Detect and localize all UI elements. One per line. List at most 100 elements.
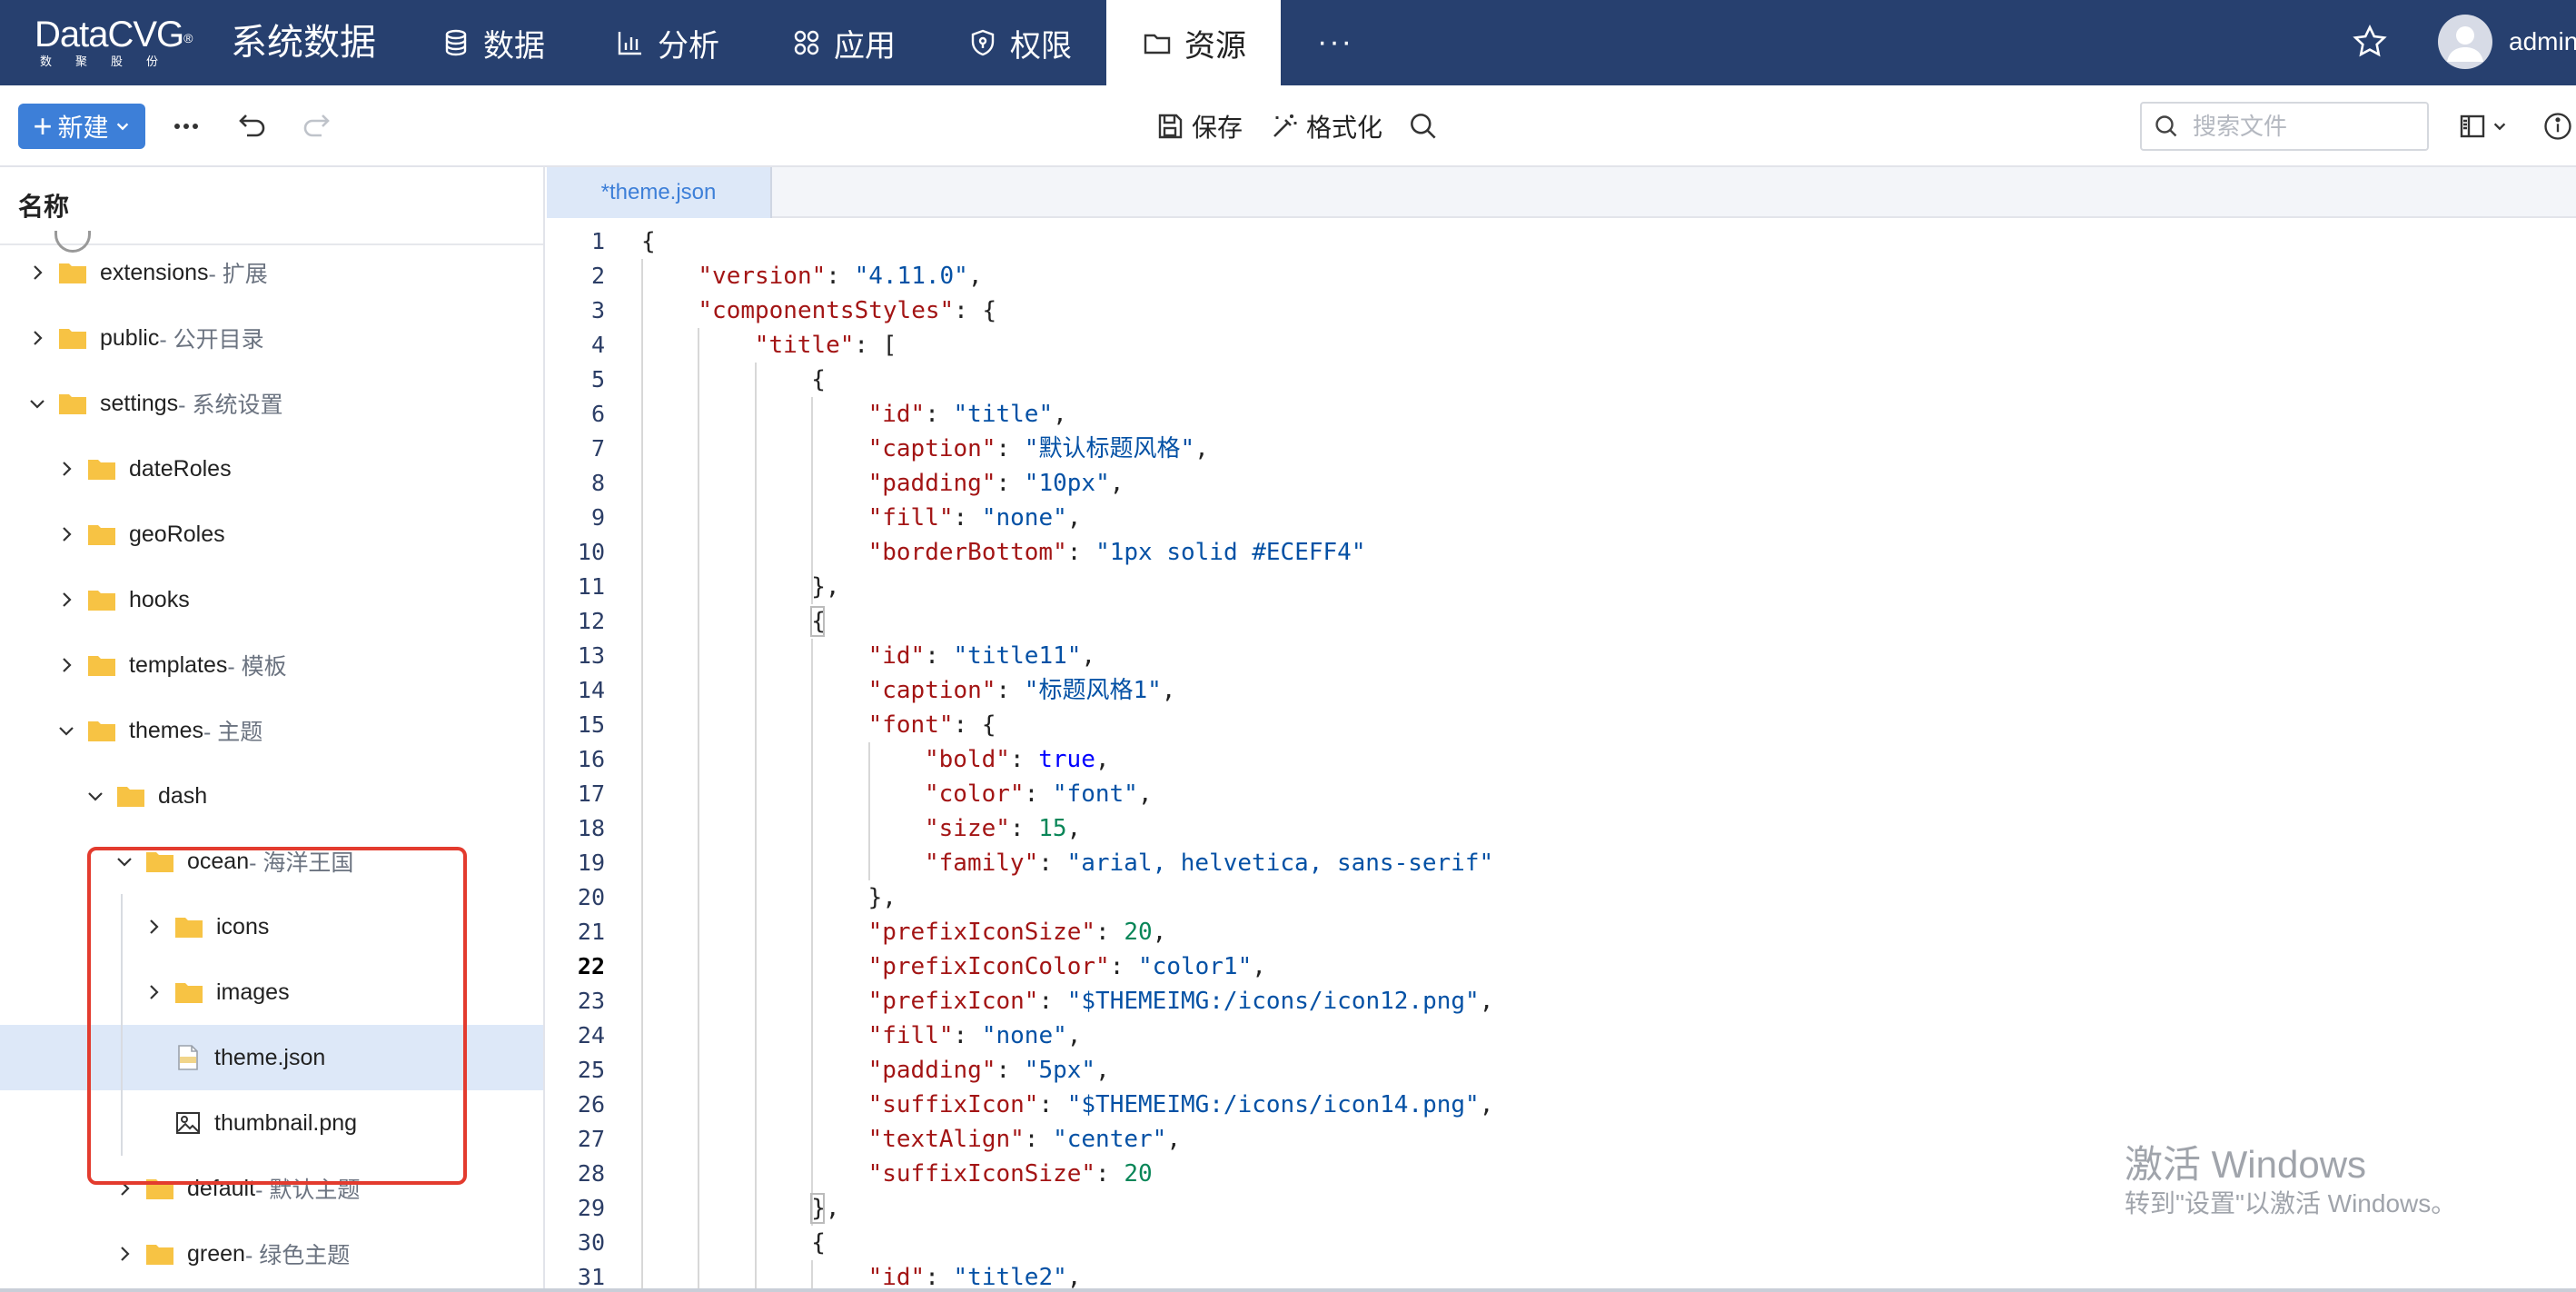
more-actions-button[interactable] <box>167 107 205 145</box>
chevron-right-icon[interactable] <box>27 328 47 348</box>
code-line[interactable]: "id": "title11", <box>868 639 1095 673</box>
new-button[interactable]: + 新建 <box>18 104 145 149</box>
tree-row-dateRoles[interactable]: dateRoles <box>0 436 543 502</box>
chevron-right-icon[interactable] <box>27 263 47 283</box>
code-line[interactable]: "prefixIcon": "$THEMEIMG:/icons/icon12.p… <box>868 984 1494 1019</box>
code-token: "bold" <box>925 746 1010 773</box>
code-line[interactable]: "borderBottom": "1px solid #ECEFF4" <box>868 535 1366 570</box>
chevron-right-icon[interactable] <box>56 590 76 610</box>
code-token: "color1" <box>1138 953 1253 980</box>
code-line[interactable]: }, <box>868 880 897 915</box>
code-line[interactable]: "color": "font", <box>925 777 1152 811</box>
chevron-down-icon[interactable] <box>85 786 105 806</box>
editor-tab-theme-json[interactable]: *theme.json <box>547 167 772 218</box>
save-button-label: 保存 <box>1192 114 1243 142</box>
save-button[interactable]: 保存 <box>1155 104 1243 149</box>
code-line[interactable]: { <box>641 224 656 259</box>
code-line[interactable]: "caption": "标题风格1", <box>868 673 1176 708</box>
registered-mark: ® <box>183 31 193 45</box>
chevron-right-icon[interactable] <box>56 655 76 675</box>
code-line[interactable]: "fill": "none", <box>868 501 1082 535</box>
code-line[interactable]: "suffixIconSize": 20 <box>868 1157 1153 1191</box>
line-number: 24 <box>577 1022 605 1049</box>
nav-item-analysis[interactable]: 分析 <box>599 0 736 85</box>
code-line[interactable]: "suffixIcon": "$THEMEIMG:/icons/icon14.p… <box>868 1088 1494 1122</box>
redo-button[interactable] <box>298 107 336 145</box>
code-token: "id" <box>867 1264 926 1288</box>
code-line[interactable]: "title": [ <box>755 328 897 363</box>
user-name[interactable]: admin <box>2509 25 2576 58</box>
line-number: 1 <box>590 228 605 254</box>
code-token: : { <box>954 297 997 324</box>
tree-row-templates[interactable]: templates - 模板 <box>0 632 543 698</box>
code-editor[interactable]: 1 2 3 4 5 6 7 8 9 10 11 12 13 14 15 16 17 18 19 20 21 22 23 24 2… <box>547 220 2576 1288</box>
folder-icon <box>87 719 116 742</box>
chevron-down-icon[interactable] <box>27 393 47 413</box>
nav-item-data[interactable]: 数据 <box>425 0 561 85</box>
code-token: }, <box>811 573 840 601</box>
undo-button[interactable] <box>233 107 271 145</box>
info-button[interactable] <box>2540 107 2576 145</box>
tree-row-extensions[interactable]: extensions - 扩展 <box>0 240 543 305</box>
layout-toggle-button[interactable] <box>2454 107 2512 145</box>
nav-item-apps[interactable]: 应用 <box>776 0 912 85</box>
tree-row-geoRoles[interactable]: geoRoles <box>0 502 543 567</box>
logo-text: DataCVG <box>35 15 184 55</box>
tree-row-hooks[interactable]: hooks <box>0 567 543 632</box>
code-line[interactable]: "bold": true, <box>925 742 1110 777</box>
code-line[interactable]: "padding": "5px", <box>868 1053 1110 1088</box>
file-search-box[interactable] <box>2140 102 2429 151</box>
chevron-right-icon[interactable] <box>114 1244 134 1264</box>
code-line[interactable]: "size": 15, <box>925 811 1081 846</box>
code-line[interactable]: "family": "arial, helvetica, sans-serif" <box>925 846 1493 880</box>
chevron-right-icon[interactable] <box>56 459 76 479</box>
code-line[interactable]: "version": "4.11.0", <box>698 259 982 293</box>
apps-grid-icon <box>794 30 819 55</box>
tree-item-description: - 扩展 <box>208 262 268 287</box>
file-search-input[interactable] <box>2193 112 2411 141</box>
code-line[interactable]: "font": { <box>868 708 996 742</box>
code-line[interactable]: "componentsStyles": { <box>698 293 996 328</box>
code-token: "4.11.0" <box>854 263 968 290</box>
nav-item-resources[interactable]: 资源 <box>1106 0 1281 85</box>
line-number: 28 <box>577 1160 605 1187</box>
code-line[interactable]: "caption": "默认标题风格", <box>868 432 1209 466</box>
nav-item-label: 资源 <box>1184 28 1246 64</box>
code-line[interactable]: }, <box>811 570 839 604</box>
code-token: , <box>1066 1264 1082 1288</box>
nav-item-permissions[interactable]: 权限 <box>952 0 1088 85</box>
line-number: 10 <box>577 539 605 565</box>
chevron-down-icon <box>116 123 128 131</box>
line-number: 26 <box>577 1091 605 1118</box>
avatar[interactable] <box>2438 15 2492 69</box>
code-line[interactable]: "id": "title", <box>868 397 1067 432</box>
tree-row-settings[interactable]: settings - 系统设置 <box>0 371 543 436</box>
nav-more-button[interactable]: ··· <box>1315 22 1355 62</box>
tree-row-green[interactable]: green - 绿色主题 <box>0 1221 543 1287</box>
indent-guide <box>811 397 814 604</box>
code-line[interactable]: "textAlign": "center", <box>868 1122 1181 1157</box>
tree-item-name: themes <box>129 717 203 743</box>
code-line[interactable]: "fill": "none", <box>868 1019 1082 1053</box>
format-button[interactable]: 格式化 <box>1270 104 1382 149</box>
find-button[interactable] <box>1404 107 1442 145</box>
code-line[interactable]: "padding": "10px", <box>868 466 1125 501</box>
chevron-down-icon[interactable] <box>56 721 76 740</box>
tree-item-name: geoRoles <box>129 521 225 547</box>
tree-row-dash[interactable]: dash <box>0 763 543 829</box>
code-token: , <box>1095 746 1110 773</box>
code-line[interactable]: { <box>811 1226 826 1260</box>
code-token: "caption" <box>867 677 996 704</box>
code-line[interactable]: "id": "title2", <box>868 1260 1082 1288</box>
code-token: "id" <box>867 401 926 428</box>
code-token: "suffixIconSize" <box>867 1160 1096 1188</box>
chevron-right-icon[interactable] <box>56 524 76 544</box>
tree-row-themes[interactable]: themes - 主题 <box>0 698 543 763</box>
tree-row-public[interactable]: public - 公开目录 <box>0 305 543 371</box>
brand-logo[interactable]: DataCVG® 数聚股份 <box>35 15 207 71</box>
star-icon[interactable] <box>2352 24 2388 60</box>
code-line[interactable]: "prefixIconSize": 20, <box>868 915 1167 949</box>
code-line[interactable]: { <box>811 363 826 397</box>
code-line[interactable]: "prefixIconColor": "color1", <box>868 949 1266 984</box>
more-horizontal-icon <box>174 124 198 129</box>
